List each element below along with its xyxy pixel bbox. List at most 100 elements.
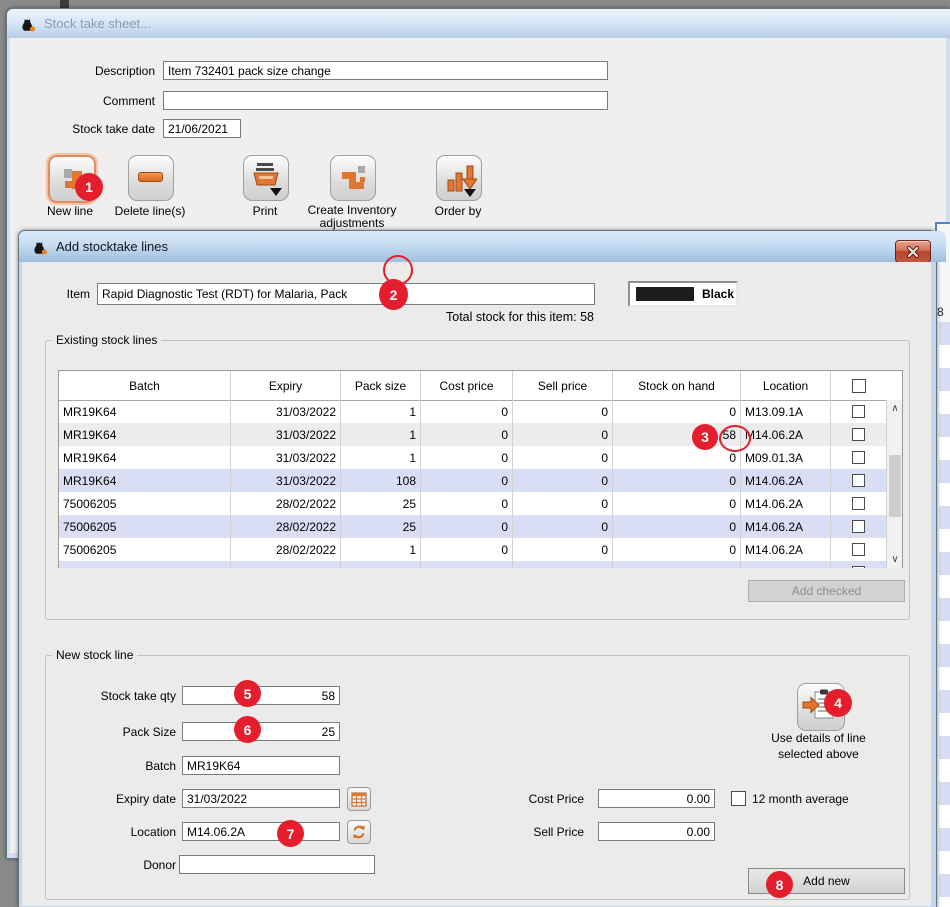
cell-checkbox: [831, 469, 886, 492]
cell-expiry: 28/02/2022: [231, 515, 341, 538]
annotation-step-4: 4: [824, 689, 852, 717]
use-details-label-line2: selected above: [756, 747, 881, 761]
cost-price-label: Cost Price: [500, 792, 584, 806]
cell-stock-on-hand: 0: [613, 446, 741, 469]
stock-take-qty-input[interactable]: 58: [182, 686, 340, 705]
sell-price-label: Sell Price: [500, 825, 584, 839]
stock-lines-table: Batch Expiry Pack size Cost price Sell p…: [58, 370, 903, 568]
cell-checkbox: [831, 423, 886, 446]
main-window-titlebar[interactable]: Stock take sheet...: [7, 9, 950, 38]
calendar-button[interactable]: [347, 787, 371, 811]
row-checkbox[interactable]: [852, 474, 865, 487]
cell-stock-on-hand: 0: [613, 469, 741, 492]
close-icon: [906, 246, 920, 258]
inventory-adjustments-icon: [336, 161, 370, 200]
table-row[interactable]: 7500620528/02/20221000M14.06.2A: [59, 538, 886, 561]
scroll-up-icon[interactable]: ∧: [887, 400, 903, 417]
annotation-step-1: 1: [75, 173, 103, 201]
cell-expiry: 31/03/2022: [231, 469, 341, 492]
row-checkbox[interactable]: [852, 405, 865, 418]
cell-cost-price: 0: [421, 400, 513, 423]
order-by-label: Order by: [423, 204, 493, 218]
location-input[interactable]: M14.06.2A: [182, 822, 340, 841]
description-label: Description: [40, 64, 155, 78]
cell-cost-price: 0: [421, 469, 513, 492]
scrollbar-thumb[interactable]: [889, 455, 901, 517]
background-window-rows: [939, 322, 950, 907]
donor-label: Donor: [56, 858, 176, 872]
print-dropdown-icon: [270, 188, 282, 196]
cell-pack-size: 1: [341, 400, 421, 423]
cell-expiry: 31/03/2022: [231, 400, 341, 423]
expiry-date-label: Expiry date: [56, 792, 176, 806]
sell-price-input[interactable]: 0.00: [598, 822, 715, 841]
cell-sell-price: 0: [513, 423, 613, 446]
cell-batch: 75006205: [59, 538, 231, 561]
table-row[interactable]: 7500620528/02/202225000M14.06.2A: [59, 492, 886, 515]
row-checkbox[interactable]: [852, 566, 865, 568]
cell-location: M13.09.1A: [741, 400, 831, 423]
order-by-button[interactable]: [436, 155, 482, 201]
batch-label: Batch: [56, 759, 176, 773]
item-color-swatch[interactable]: Black: [628, 281, 738, 307]
cell-expiry: 31/03/2022: [231, 423, 341, 446]
cell-location: [741, 561, 831, 568]
row-checkbox[interactable]: [852, 543, 865, 556]
row-checkbox[interactable]: [852, 520, 865, 533]
table-row[interactable]: 7500620528/02/202225000M14.06.2A: [59, 515, 886, 538]
cell-stock-on-hand: 0: [613, 400, 741, 423]
description-input[interactable]: Item 732401 pack size change: [163, 61, 608, 80]
item-input[interactable]: Rapid Diagnostic Test (RDT) for Malaria,…: [97, 283, 595, 305]
row-checkbox[interactable]: [852, 451, 865, 464]
cell-cost-price: 0: [421, 423, 513, 446]
column-header-sell-price[interactable]: Sell price: [513, 371, 613, 400]
cell-sell-price: 0: [513, 561, 613, 568]
new-stock-line-group-label: New stock line: [52, 648, 137, 662]
cell-stock-on-hand: 0: [613, 492, 741, 515]
table-row[interactable]: MR19K6431/03/20221000M09.01.3A: [59, 446, 886, 469]
cell-location: M14.06.2A: [741, 515, 831, 538]
cell-sell-price: 0: [513, 515, 613, 538]
row-checkbox[interactable]: [852, 428, 865, 441]
expiry-date-input[interactable]: 31/03/2022: [182, 789, 340, 808]
column-header-cost-price[interactable]: Cost price: [421, 371, 513, 400]
print-label: Print: [230, 204, 300, 218]
column-header-location[interactable]: Location: [741, 371, 831, 400]
cell-batch: MR19K64: [59, 446, 231, 469]
donor-input[interactable]: [179, 855, 375, 874]
table-scrollbar[interactable]: ∧ ∨: [886, 400, 902, 568]
dialog-titlebar[interactable]: Add stocktake lines: [19, 231, 946, 262]
comment-input[interactable]: [163, 91, 608, 110]
table-row[interactable]: MR19K6431/03/202210058M14.06.2A: [59, 423, 886, 446]
column-header-expiry[interactable]: Expiry: [231, 371, 341, 400]
batch-input[interactable]: MR19K64: [182, 756, 340, 775]
twelve-month-average-checkbox[interactable]: [731, 791, 746, 806]
location-lookup-button[interactable]: [347, 820, 371, 844]
column-header-batch[interactable]: Batch: [59, 371, 231, 400]
pack-size-input[interactable]: 25: [182, 722, 340, 741]
cell-sell-price: 0: [513, 446, 613, 469]
row-checkbox[interactable]: [852, 497, 865, 510]
table-row[interactable]: MR19K6431/03/2022108000M14.06.2A: [59, 469, 886, 492]
column-header-pack-size[interactable]: Pack size: [341, 371, 421, 400]
add-checked-button[interactable]: Add checked: [748, 580, 905, 602]
column-header-stock-on-hand[interactable]: Stock on hand: [613, 371, 741, 400]
table-row[interactable]: 7500620528/02/202225000: [59, 561, 886, 568]
table-row[interactable]: MR19K6431/03/20221000M13.09.1A: [59, 400, 886, 423]
stock-take-date-input[interactable]: 21/06/2021: [163, 119, 241, 138]
print-button[interactable]: [243, 155, 289, 201]
cell-checkbox: [831, 538, 886, 561]
delete-lines-button[interactable]: [128, 155, 174, 201]
delete-line-icon: [138, 172, 163, 182]
cell-cost-price: 0: [421, 538, 513, 561]
cell-checkbox: [831, 561, 886, 568]
dialog-close-button[interactable]: [895, 240, 931, 263]
cell-batch: MR19K64: [59, 400, 231, 423]
cell-batch: 75006205: [59, 492, 231, 515]
cell-stock-on-hand: 0: [613, 538, 741, 561]
create-inventory-adjustments-button[interactable]: [330, 155, 376, 201]
scroll-down-icon[interactable]: ∨: [887, 551, 903, 568]
cell-batch: MR19K64: [59, 423, 231, 446]
select-all-checkbox[interactable]: [852, 379, 866, 393]
cost-price-input[interactable]: 0.00: [598, 789, 715, 808]
